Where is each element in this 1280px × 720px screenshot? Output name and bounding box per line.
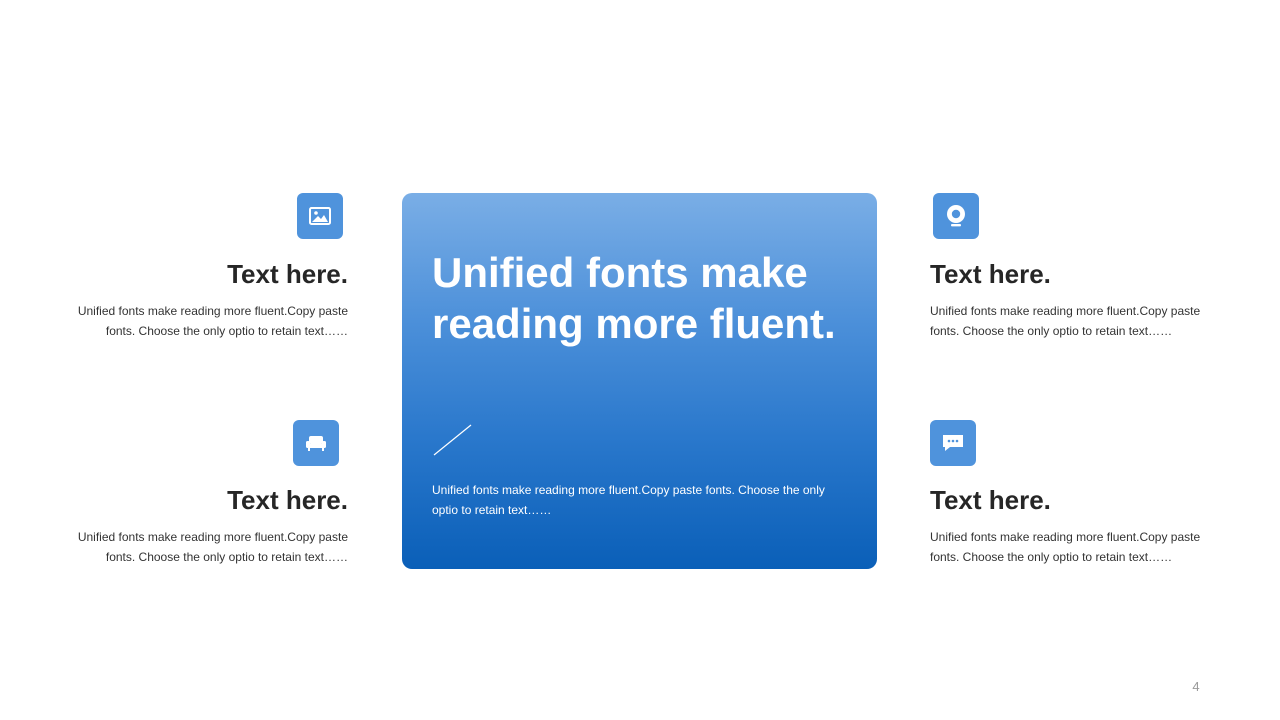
block-body-bottom-right: Unified fonts make reading more fluent.C… <box>930 530 1201 564</box>
divider-slash <box>433 424 472 456</box>
page-number: 4 <box>1192 679 1200 694</box>
card-body: Unified fonts make reading more fluent.C… <box>432 483 825 517</box>
block-title-top-left: Text here. <box>227 259 348 289</box>
block-body-top-left: Unified fonts make reading more fluent.C… <box>77 304 348 338</box>
image-icon <box>297 193 343 239</box>
sofa-icon <box>293 420 339 466</box>
block-title-bottom-left: Text here. <box>227 485 348 515</box>
webcam-icon <box>933 193 979 239</box>
block-title-top-right: Text here. <box>930 259 1051 289</box>
center-card: Unified fonts make reading more fluent. … <box>402 193 877 569</box>
block-body-bottom-left: Unified fonts make reading more fluent.C… <box>77 530 348 564</box>
chat-bubble-icon <box>930 420 976 466</box>
block-body-top-right: Unified fonts make reading more fluent.C… <box>930 304 1201 338</box>
slide: Text here. Unified fonts make reading mo… <box>0 0 1280 720</box>
card-headline: Unified fonts make reading more fluent. <box>432 249 836 347</box>
block-title-bottom-right: Text here. <box>930 485 1051 515</box>
